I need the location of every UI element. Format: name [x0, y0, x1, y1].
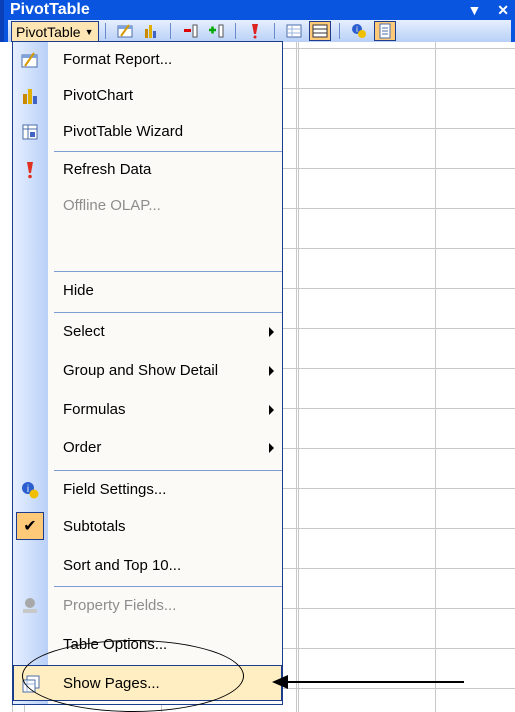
toolbar-separator: [273, 23, 275, 39]
menu-item-formulas[interactable]: Formulas: [13, 392, 282, 428]
menu-separator: [54, 271, 282, 272]
toolbar-separator: [104, 23, 106, 39]
field-settings-icon: i: [21, 481, 39, 499]
menu-item-label: Formulas: [63, 401, 126, 418]
format-report-icon: [21, 51, 39, 69]
pivottable-menu-button[interactable]: PivotTable ▼: [11, 20, 99, 42]
include-hidden-items-button[interactable]: [283, 21, 305, 41]
submenu-arrow-icon: [269, 443, 274, 453]
menu-item-subtotals[interactable]: ✔ Subtotals: [13, 509, 282, 545]
menu-item-property-fields[interactable]: Property Fields...: [13, 588, 282, 624]
menu-item-label: PivotChart: [63, 87, 134, 104]
pivottable-menu-label: PivotTable: [16, 23, 81, 40]
menu-item-offline-olap[interactable]: Offline OLAP...: [13, 188, 282, 224]
menu-separator: [54, 312, 282, 313]
annotation-arrow-shaft: [274, 681, 464, 683]
pivotchart-icon: [21, 87, 39, 105]
refresh-data-button[interactable]: [244, 21, 266, 41]
menu-separator: [54, 470, 282, 471]
pivottable-toolbar: PivotTable ▼ ✕ PivotTable ▼ i: [0, 0, 515, 42]
menu-item-select[interactable]: Select: [13, 314, 282, 350]
menu-item-field-settings[interactable]: i Field Settings...: [13, 472, 282, 508]
hidden-items-icon: [286, 24, 302, 38]
annotation-ellipse: [22, 640, 244, 712]
submenu-arrow-icon: [269, 327, 274, 337]
menu-item-refresh-data[interactable]: Refresh Data: [13, 152, 282, 188]
annotation-arrow-head: [272, 675, 288, 689]
property-fields-icon: [21, 597, 39, 615]
show-detail-button[interactable]: [205, 21, 227, 41]
menu-item-label: Order: [63, 439, 102, 456]
checkmark-icon: ✔: [16, 512, 44, 540]
display-items-icon: [312, 24, 328, 38]
menu-item-hide[interactable]: Hide: [13, 273, 282, 309]
field-settings-icon: i: [351, 24, 366, 38]
submenu-arrow-icon: [269, 366, 274, 376]
format-report-icon: [117, 24, 133, 38]
menu-item-label: Hide: [63, 282, 94, 299]
menu-item-label: Group and Show Detail: [63, 362, 219, 379]
pivottable-dropdown-menu: Format Report... PivotChart PivotTable W…: [12, 41, 283, 705]
field-settings-button[interactable]: i: [348, 21, 370, 41]
toolbar-title-buttons: ▼ ✕: [456, 0, 509, 20]
toolbar-separator: [169, 23, 171, 39]
menu-item-label: Sort and Top 10...: [63, 557, 182, 574]
menu-item-label: Refresh Data: [63, 161, 152, 178]
pivotchart-button[interactable]: [140, 21, 162, 41]
menu-separator: [54, 586, 282, 587]
hide-detail-icon: [183, 24, 198, 38]
refresh-icon: [21, 161, 39, 179]
menu-item-format-report[interactable]: Format Report...: [13, 42, 282, 78]
menu-item-label: Format Report...: [63, 51, 173, 68]
always-display-items-button[interactable]: [308, 21, 331, 41]
menu-item-label: PivotTable Wizard: [63, 123, 184, 140]
show-detail-icon: [208, 24, 224, 38]
menu-item-pivotchart[interactable]: PivotChart: [13, 78, 282, 114]
menu-item-pivottable-wizard[interactable]: PivotTable Wizard: [13, 114, 282, 150]
svg-text:i: i: [356, 25, 358, 34]
pivotchart-icon: [144, 25, 156, 38]
hide-detail-button[interactable]: [179, 21, 201, 41]
toolbar-title: PivotTable: [10, 1, 90, 18]
toolbar-options-button[interactable]: ▼: [468, 2, 482, 18]
chevron-down-icon: ▼: [84, 26, 94, 37]
menu-item-sort-and-top-10[interactable]: Sort and Top 10...: [13, 548, 282, 584]
menu-item-label: Offline OLAP...: [63, 197, 161, 214]
field-list-icon: [379, 23, 391, 39]
menu-item-label: Subtotals: [63, 518, 126, 535]
refresh-icon: [251, 24, 258, 39]
toolbar-separator: [234, 23, 236, 39]
show-field-list-button[interactable]: [373, 21, 396, 41]
menu-item-group-and-show-detail[interactable]: Group and Show Detail: [13, 353, 282, 389]
menu-item-label: Property Fields...: [63, 597, 177, 614]
submenu-arrow-icon: [269, 405, 274, 415]
format-report-button[interactable]: [114, 21, 136, 41]
toolbar-separator: [338, 23, 340, 39]
menu-item-label: Select: [63, 323, 105, 340]
svg-text:i: i: [27, 484, 29, 495]
toolbar-buttons-row: PivotTable ▼ i: [8, 20, 511, 42]
wizard-icon: [21, 123, 39, 141]
toolbar-close-button[interactable]: ✕: [497, 2, 509, 18]
menu-item-label: Field Settings...: [63, 481, 167, 498]
menu-item-order[interactable]: Order: [13, 430, 282, 466]
